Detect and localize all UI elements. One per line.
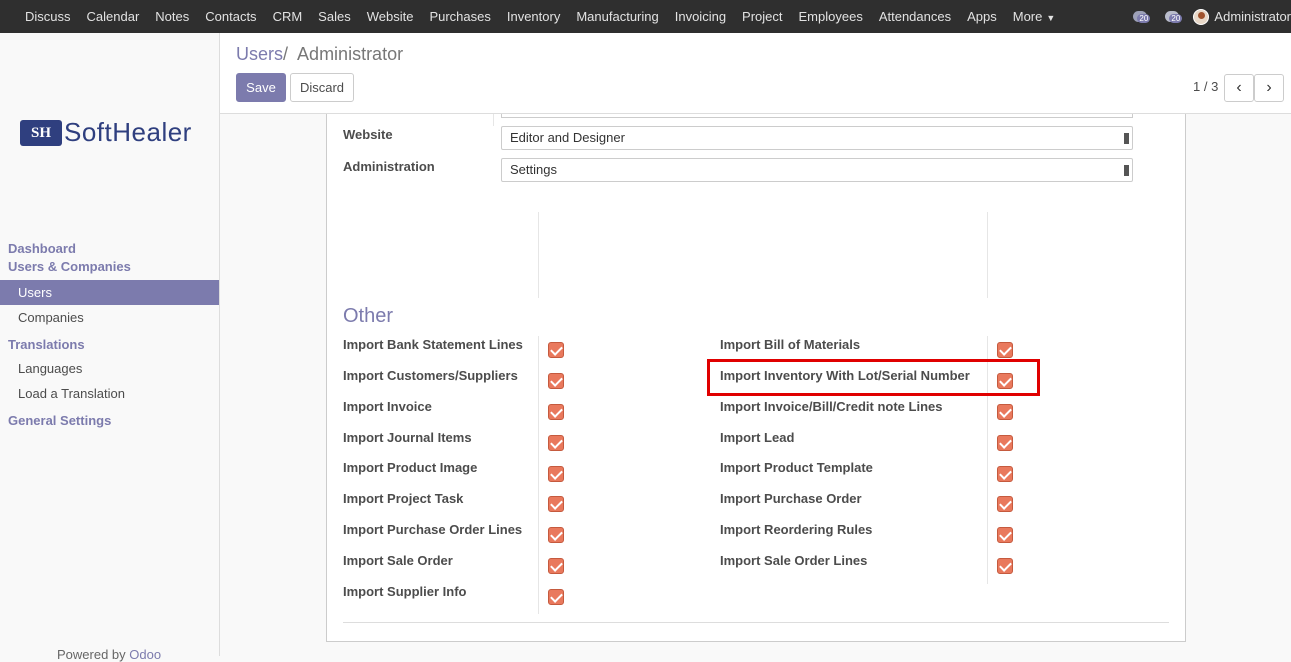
sidebar-item-languages[interactable]: Languages (0, 356, 219, 381)
menu-purchases[interactable]: Purchases (421, 9, 498, 24)
messages-icon[interactable]: 20 (1161, 8, 1183, 26)
checkbox-checked[interactable] (997, 466, 1013, 482)
chevron-right-icon: › (1266, 79, 1272, 96)
discard-button[interactable]: Discard (290, 73, 354, 102)
control-panel: Users/ Administrator Save Discard 1 / 3 … (220, 33, 1291, 114)
company-logo: SH SoftHealer (20, 117, 192, 148)
divider (538, 212, 539, 298)
administration-select[interactable]: Settings (501, 158, 1133, 182)
menu-discuss[interactable]: Discuss (17, 9, 79, 24)
user-menu[interactable]: Administrator (1214, 9, 1291, 24)
logo-mark: SH (20, 119, 62, 146)
right-check-label: Import Purchase Order (720, 491, 862, 506)
checkbox-checked[interactable] (997, 527, 1013, 543)
sidebar: SH SoftHealer Dashboard Users & Companie… (0, 33, 220, 662)
checkbox-checked[interactable] (548, 589, 564, 605)
menu-apps[interactable]: Apps (959, 9, 1005, 24)
right-check-label: Import Bill of Materials (720, 337, 861, 352)
sidebar-item-users-companies[interactable]: Users & Companies (0, 258, 219, 276)
menu-inventory[interactable]: Inventory (499, 9, 568, 24)
pager-previous-button[interactable]: ‹ (1224, 74, 1254, 102)
right-check-label: Import Product Template (720, 460, 873, 475)
checkbox-checked[interactable] (548, 435, 564, 451)
menu-sales[interactable]: Sales (310, 9, 359, 24)
powered-by: Powered by Odoo (57, 647, 161, 662)
checkbox-checked[interactable] (997, 558, 1013, 574)
menu-calendar[interactable]: Calendar (79, 9, 148, 24)
left-check-label: Import Bank Statement Lines (343, 337, 523, 352)
checkbox-checked[interactable] (997, 342, 1013, 358)
breadcrumb-current: Administrator (297, 44, 404, 64)
menu-manufacturing[interactable]: Manufacturing (568, 9, 666, 24)
right-check-label: Import Lead (720, 430, 795, 445)
sidebar-item-load-translation[interactable]: Load a Translation (0, 381, 219, 406)
highlight-box (707, 359, 1040, 396)
right-check-label: Import Sale Order Lines (720, 553, 868, 568)
left-check-label: Import Purchase Order Lines (343, 522, 523, 537)
systray: 20 20 Administrator (1129, 0, 1291, 33)
divider (493, 114, 494, 126)
checkbox-checked[interactable] (548, 404, 564, 420)
activity-icon[interactable]: 20 (1129, 8, 1151, 26)
left-check-label: Import Sale Order (343, 553, 453, 568)
sidebar-item-translations[interactable]: Translations (0, 334, 219, 356)
menu-contacts[interactable]: Contacts (197, 9, 264, 24)
left-check-label: Import Customers/Suppliers (343, 368, 518, 383)
divider (538, 336, 539, 614)
checkbox-checked[interactable] (548, 342, 564, 358)
website-label: Website (343, 127, 393, 142)
caret-down-icon: ▼ (1046, 13, 1056, 23)
menu-more[interactable]: More ▼ (1005, 9, 1064, 24)
avatar[interactable] (1193, 8, 1210, 25)
divider (343, 622, 1169, 623)
form-sheet: Website Editor and Designer Administrati… (326, 114, 1186, 642)
menu-project[interactable]: Project (734, 9, 790, 24)
left-check-label: Import Supplier Info (343, 584, 467, 599)
breadcrumb-users[interactable]: Users (236, 44, 283, 64)
form-view: Website Editor and Designer Administrati… (220, 114, 1291, 656)
sidebar-item-companies[interactable]: Companies (0, 305, 219, 330)
left-check-label: Import Journal Items (343, 430, 472, 445)
checkbox-checked[interactable] (548, 527, 564, 543)
administration-label: Administration (343, 159, 435, 174)
menu-notes[interactable]: Notes (147, 9, 197, 24)
right-check-label: Import Reordering Rules (720, 522, 873, 537)
menu-website[interactable]: Website (359, 9, 422, 24)
checkbox-checked[interactable] (548, 558, 564, 574)
checkbox-checked[interactable] (548, 466, 564, 482)
breadcrumb-separator: / (283, 44, 289, 64)
menu-employees[interactable]: Employees (791, 9, 871, 24)
divider (987, 212, 988, 298)
website-select[interactable]: Editor and Designer (501, 126, 1133, 150)
checkbox-checked[interactable] (997, 435, 1013, 451)
app-menu: Discuss Calendar Notes Contacts CRM Sale… (17, 0, 1063, 33)
logo-text: SoftHealer (64, 117, 192, 147)
sidebar-item-general-settings[interactable]: General Settings (0, 410, 219, 432)
menu-crm[interactable]: CRM (265, 9, 311, 24)
sidebar-item-users[interactable]: Users (0, 280, 219, 305)
save-button[interactable]: Save (236, 73, 286, 102)
odoo-link[interactable]: Odoo (129, 647, 161, 662)
previous-select-field[interactable] (501, 114, 1133, 118)
checkbox-checked[interactable] (997, 404, 1013, 420)
breadcrumb: Users/ Administrator (236, 44, 403, 65)
sidebar-item-dashboard[interactable]: Dashboard (0, 240, 219, 258)
section-title-other: Other (343, 305, 394, 327)
pager-next-button[interactable]: › (1254, 74, 1284, 102)
menu-attendances[interactable]: Attendances (871, 9, 959, 24)
menu-invoicing[interactable]: Invoicing (667, 9, 734, 24)
powered-by-text: Powered by (57, 647, 126, 662)
menu-more-label: More (1012, 9, 1043, 24)
left-check-label: Import Product Image (343, 460, 478, 475)
checkbox-checked[interactable] (548, 496, 564, 512)
left-check-label: Import Invoice (343, 399, 432, 414)
checkbox-checked[interactable] (997, 496, 1013, 512)
top-navbar: Discuss Calendar Notes Contacts CRM Sale… (0, 0, 1291, 33)
chevron-left-icon: ‹ (1236, 79, 1242, 96)
checkbox-checked[interactable] (548, 373, 564, 389)
right-check-label: Import Invoice/Bill/Credit note Lines (720, 399, 943, 414)
pager-value[interactable]: 1 / 3 (1193, 79, 1218, 94)
left-check-label: Import Project Task (343, 491, 464, 506)
sidebar-menu: Dashboard Users & Companies Users Compan… (0, 240, 219, 432)
